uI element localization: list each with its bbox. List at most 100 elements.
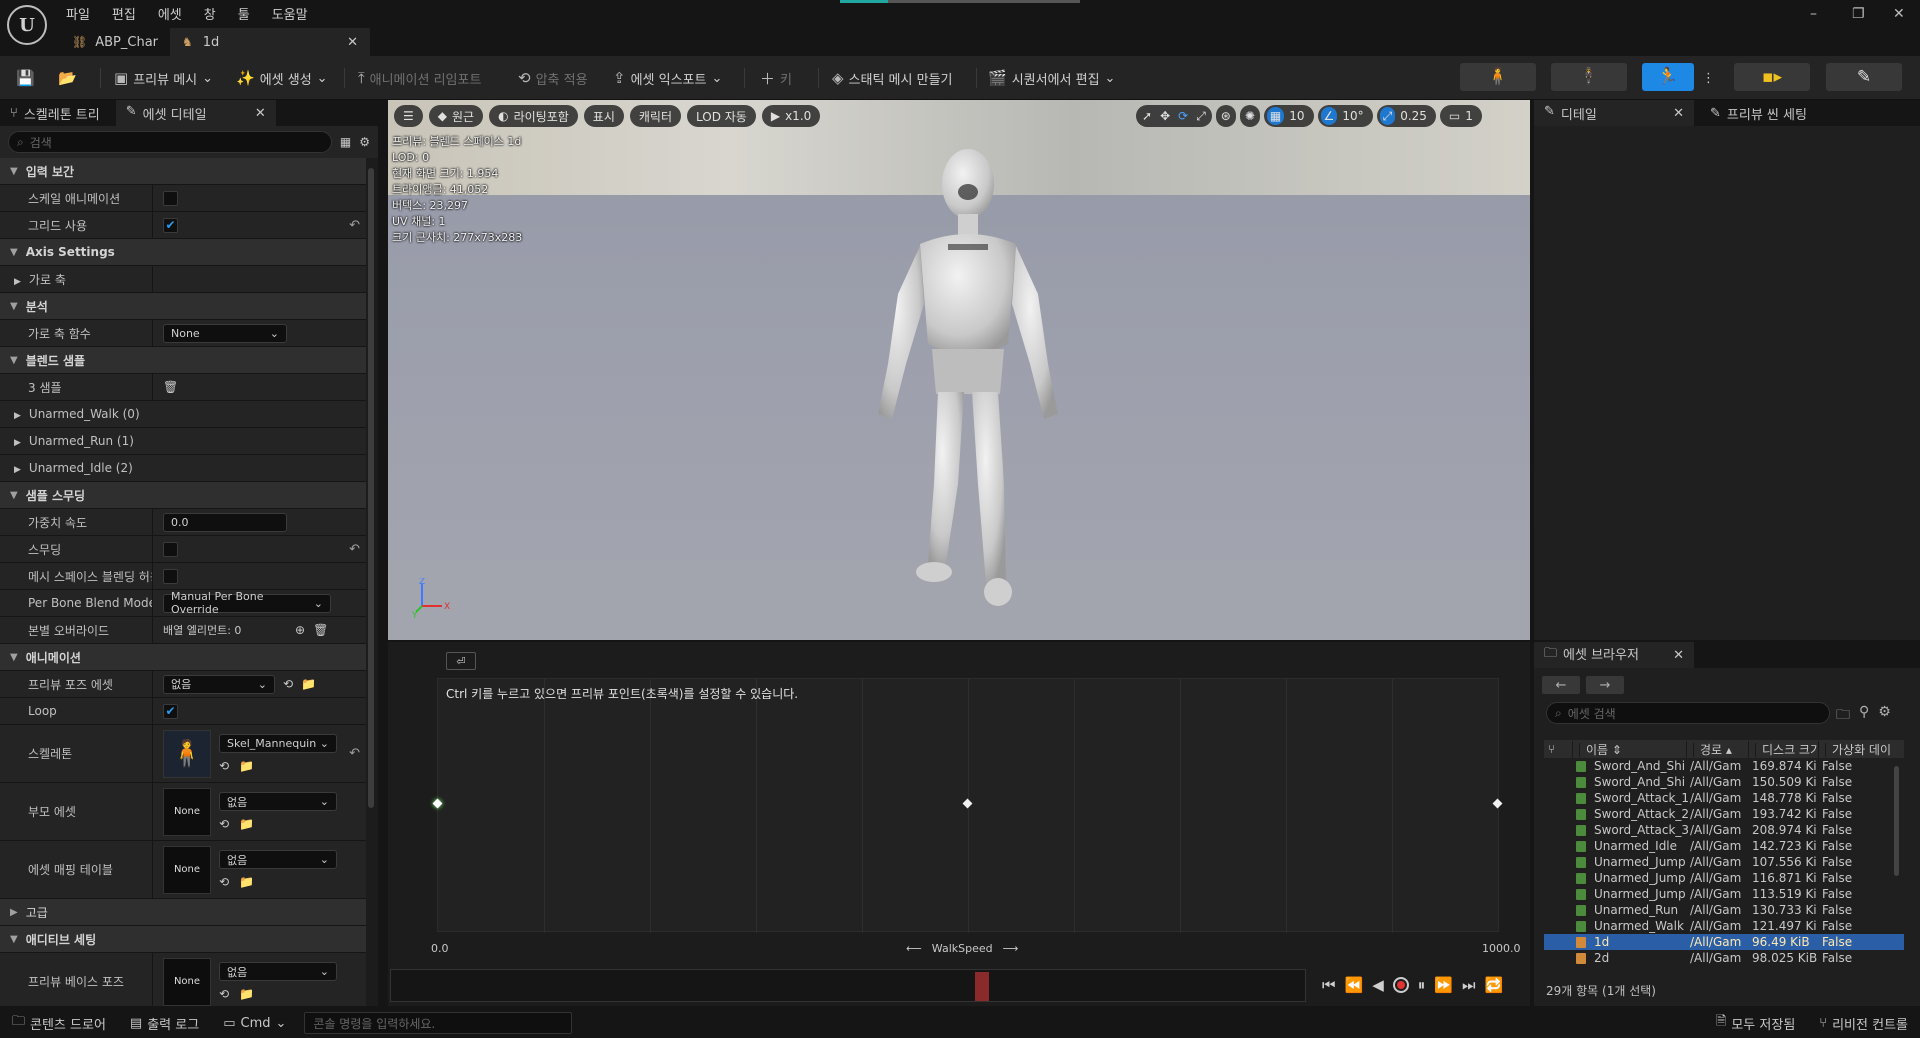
use-selected-icon[interactable]: ⟲ — [219, 875, 229, 889]
weight-speed-input[interactable]: 0.0 — [163, 512, 287, 532]
camera-speed-button[interactable]: ▭ 1 — [1439, 105, 1482, 127]
tab-details[interactable]: ✎ 디테일 ✕ — [1534, 100, 1694, 126]
forward-button[interactable]: → — [1586, 676, 1624, 694]
loop-icon[interactable]: 🔁 — [1484, 976, 1503, 994]
column-virtualized[interactable]: 가상화 데이 — [1818, 740, 1898, 758]
add-element-icon[interactable]: ⊕ — [295, 623, 305, 637]
blend-space-grid[interactable]: Ctrl 키를 누르고 있으면 프리뷰 포인트(초록색)를 설정할 수 있습니다… — [432, 678, 1503, 933]
apply-compression-button[interactable]: ⟲ 압축 적용 — [518, 65, 588, 91]
category-blend-samples[interactable]: ▼ 블렌드 샘플 — [0, 347, 366, 374]
trash-icon[interactable]: 🗑 — [313, 623, 328, 637]
mesh-space-blend-checkbox[interactable] — [163, 568, 178, 584]
sample-point[interactable] — [1492, 798, 1503, 809]
use-grid-checkbox[interactable]: ✔ — [163, 217, 178, 233]
sample-row[interactable]: ▶ Unarmed_Walk (0) — [0, 401, 366, 428]
save-all-button[interactable]: 🗎 모두 저장됨 — [1704, 1012, 1807, 1034]
parent-asset-thumbnail[interactable]: None — [163, 787, 211, 836]
preview-pose-dropdown[interactable]: 없음 ⌄ — [163, 674, 275, 694]
local-space-button[interactable]: ⊛ — [1215, 105, 1236, 127]
table-row[interactable]: Sword_And_Shi/All/Gam 169.874 Ki False — [1544, 758, 1904, 774]
reset-arrow-icon[interactable]: ↶ — [349, 218, 360, 233]
table-view-icon[interactable]: ▦ — [340, 135, 351, 149]
filter-icon[interactable]: ⚲ — [1859, 704, 1869, 728]
table-row[interactable]: Unarmed_Idle/All/Gam 142.723 Ki False — [1544, 838, 1904, 854]
close-tab-icon[interactable]: ✕ — [347, 35, 358, 50]
menu-asset[interactable]: 에셋 — [158, 2, 182, 25]
folder-icon[interactable]: 🗀 — [1836, 704, 1850, 728]
category-additive-settings[interactable]: ▼ 애디티브 세팅 — [0, 926, 366, 953]
console-input[interactable]: 콘솔 명령을 입력하세요. — [304, 1012, 573, 1034]
per-bone-blend-mode-dropdown[interactable]: Manual Per Bone Override ⌄ — [163, 590, 331, 616]
tab-asset-browser[interactable]: 🗀 에셋 브라우저 ✕ — [1534, 642, 1694, 668]
use-selected-icon[interactable]: ⟲ — [219, 987, 229, 1001]
trash-icon[interactable]: 🗑 — [163, 380, 178, 394]
skip-to-end-icon[interactable]: ⏭ — [1462, 976, 1476, 994]
property-row[interactable]: ▶ 가로 축 — [0, 266, 366, 293]
gear-icon[interactable]: ⚙ — [359, 135, 370, 149]
column-disk-size[interactable]: 디스크 크기 — [1748, 740, 1818, 758]
scale-snap-button[interactable]: ⤢ 0.25 — [1376, 105, 1436, 127]
sample-row[interactable]: ▶ Unarmed_Run (1) — [0, 428, 366, 455]
minimize-button[interactable]: – — [1810, 6, 1817, 22]
reset-arrow-icon[interactable]: ↶ — [349, 746, 360, 761]
menu-file[interactable]: 파일 — [66, 2, 90, 25]
back-button[interactable]: ← — [1542, 676, 1580, 694]
table-row[interactable]: Sword_Attack_1/All/Gam 148.778 Ki False — [1544, 790, 1904, 806]
rotation-snap-button[interactable]: ∠ 10° — [1317, 105, 1373, 127]
play-speed-button[interactable]: ▶ x1.0 — [761, 105, 821, 127]
tab-1d[interactable]: ♞ 1d ✕ — [170, 28, 371, 56]
mannequin-character[interactable] — [858, 144, 1078, 624]
use-selected-icon[interactable]: ⟲ — [219, 759, 229, 773]
table-row[interactable]: Unarmed_Run/All/Gam 130.733 Ki False — [1544, 902, 1904, 918]
close-tab-icon[interactable]: ✕ — [255, 106, 266, 121]
play-reverse-icon[interactable]: ◀ — [1372, 976, 1384, 994]
mesh-mode-button[interactable]: 🕴 — [1551, 63, 1627, 91]
pause-icon[interactable]: ⏸ — [1418, 976, 1426, 994]
anim-reimport-button[interactable]: ⤒ 애니메이션 리임포트 — [358, 65, 481, 91]
column-path[interactable]: 경로 ▴ — [1686, 740, 1748, 758]
skeleton-thumbnail[interactable]: 🧍 — [163, 729, 211, 778]
show-button[interactable]: 표시 — [583, 105, 624, 127]
category-input-interp[interactable]: ▼ 입력 보간 — [0, 158, 366, 185]
create-asset-button[interactable]: ✨ 에셋 생성 ⌄ — [236, 65, 328, 91]
preview-mesh-button[interactable]: ▣ 프리뷰 메시 ⌄ — [114, 65, 213, 91]
reset-arrow-icon[interactable]: ↶ — [349, 542, 360, 557]
loop-checkbox[interactable]: ✔ — [163, 703, 178, 719]
table-row[interactable]: Sword_Attack_2/All/Gam 193.742 Ki False — [1544, 806, 1904, 822]
skip-to-start-icon[interactable]: ⏮ — [1322, 976, 1336, 994]
sample-point[interactable] — [962, 798, 973, 809]
browse-folder-icon[interactable]: 📁 — [301, 677, 316, 691]
table-row[interactable]: 1d/All/Gam 96.49 KiB False — [1544, 934, 1904, 950]
timeline-scrubber[interactable] — [390, 969, 1306, 1002]
details-search-input[interactable]: ⌕ 검색 — [8, 131, 332, 153]
back-button[interactable]: ⏎ — [446, 652, 476, 670]
blueprint-mode-button[interactable]: ▪▸ — [1734, 63, 1810, 91]
asset-scrollbar[interactable] — [1894, 766, 1899, 876]
menu-help[interactable]: 도움말 — [272, 2, 308, 25]
close-window-button[interactable]: ✕ — [1893, 6, 1905, 22]
gear-icon[interactable]: ⚙ — [1878, 704, 1891, 728]
skeleton-mode-button[interactable]: 🧍 — [1460, 63, 1536, 91]
lit-button[interactable]: ◐ 라이팅포함 — [489, 105, 578, 127]
scale-icon[interactable]: ⤢ — [1196, 109, 1206, 124]
browse-folder-icon[interactable]: 📁 — [239, 817, 254, 831]
revision-control-button[interactable]: ⑂ 리비전 컨트롤 — [1807, 1012, 1920, 1034]
table-row[interactable]: Unarmed_Jump/All/Gam 113.519 Ki False — [1544, 886, 1904, 902]
more-options-button[interactable]: ⋮ — [1702, 65, 1715, 91]
browse-button[interactable]: 📂 — [58, 65, 77, 91]
browse-folder-icon[interactable]: 📁 — [239, 759, 254, 773]
tab-asset-details[interactable]: ✎ 에셋 디테일 ✕ — [115, 100, 276, 126]
make-static-mesh-button[interactable]: ◈ 스태틱 메시 만들기 — [832, 65, 953, 91]
mapping-table-dropdown[interactable]: 없음 ⌄ — [219, 850, 337, 869]
close-tab-icon[interactable]: ✕ — [1673, 106, 1684, 121]
table-row[interactable]: 2d/All/Gam 98.025 KiB False — [1544, 950, 1904, 966]
base-pose-dropdown[interactable]: 없음 ⌄ — [219, 962, 337, 981]
table-row[interactable]: Sword_Attack_3/All/Gam 208.974 Ki False — [1544, 822, 1904, 838]
details-scrollbar[interactable] — [368, 168, 374, 808]
edit-in-sequencer-button[interactable]: 🎬 시퀀서에서 편집 ⌄ — [988, 65, 1115, 91]
select-arrow-icon[interactable]: ➚ — [1142, 109, 1152, 123]
asset-export-button[interactable]: ⇪ 에셋 익스포트 ⌄ — [613, 65, 722, 91]
table-row[interactable]: Unarmed_Jump/All/Gam 107.556 Ki False — [1544, 854, 1904, 870]
category-sample-smoothing[interactable]: ▼ 샘플 스무딩 — [0, 482, 366, 509]
physics-mode-button[interactable]: ✎ — [1826, 63, 1902, 91]
